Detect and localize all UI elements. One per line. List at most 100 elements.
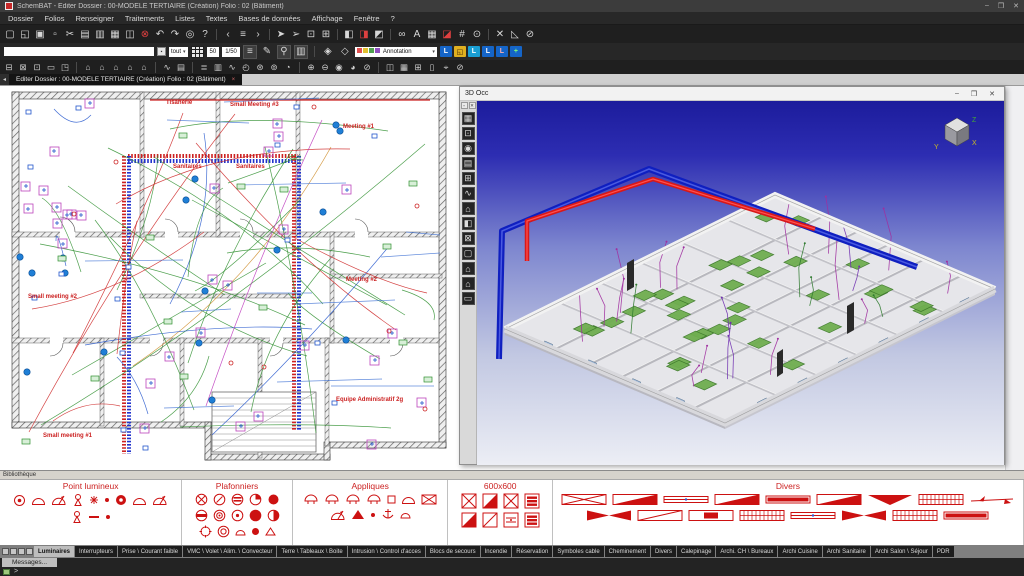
menu-traitements[interactable]: Traitements: [125, 14, 164, 23]
close-button[interactable]: ✕: [989, 90, 995, 98]
layer-cyan-icon[interactable]: L: [468, 46, 480, 57]
symbol-rectx[interactable]: [561, 493, 607, 506]
minimize-button[interactable]: –: [985, 2, 989, 10]
library-tab-interrupteurs[interactable]: Interrupteurs: [75, 546, 117, 557]
viewer-3d-title-bar[interactable]: 3D Occ – ❒ ✕: [460, 87, 1004, 101]
window-icon[interactable]: ◧: [342, 27, 356, 41]
symbol-domerail[interactable]: [324, 493, 340, 505]
symbol-sqslash[interactable]: [482, 512, 498, 528]
new-file-icon[interactable]: ▢: [3, 27, 17, 41]
symbol-cslash[interactable]: [213, 493, 226, 506]
symbol-dot[interactable]: [105, 510, 111, 524]
scene-3d[interactable]: Z X Y: [477, 101, 1004, 465]
symbol-dome[interactable]: [31, 493, 46, 507]
hub-icon[interactable]: ⊚: [268, 62, 280, 73]
symbol-recthatch[interactable]: [892, 509, 938, 522]
library-tab-intrusion-control-d-acces[interactable]: Intrusion \ Control d'acces: [348, 546, 425, 557]
menu-renseigner[interactable]: Renseigner: [75, 14, 113, 23]
scope-combo[interactable]: tout▾: [169, 47, 188, 57]
open-folder-icon[interactable]: ◱: [18, 27, 32, 41]
symbol-envx[interactable]: [421, 493, 437, 505]
layers-icon[interactable]: ◈: [321, 45, 335, 59]
symbol-cx[interactable]: [195, 493, 208, 506]
eye-off-icon[interactable]: ⊘: [361, 62, 373, 73]
socket-single-icon[interactable]: ⊟: [3, 62, 15, 73]
symbol-ctarget[interactable]: [213, 509, 226, 522]
library-tab-vmc-volet-alim-convecteur[interactable]: VMC \ Volet \ Alim. \ Convecteur: [183, 546, 276, 557]
text-label-icon[interactable]: ▭: [45, 62, 57, 73]
symbol-anchor[interactable]: [381, 508, 395, 521]
door-icon[interactable]: ▯: [426, 62, 438, 73]
frame3d-icon[interactable]: ▢: [462, 247, 475, 260]
snap-grid-icon[interactable]: [191, 46, 204, 58]
floor-plan-2d[interactable]: TisanerieSmall Meeting #3Meeting #1Sanit…: [0, 86, 458, 470]
symbol-cfillsm[interactable]: [251, 525, 260, 538]
folio-list-icon[interactable]: ≡: [236, 27, 250, 41]
house-dot-icon[interactable]: ⌂: [138, 62, 150, 73]
symbol-arrowline[interactable]: [969, 493, 1015, 506]
minimize-button[interactable]: –: [955, 90, 959, 98]
setsquare-icon[interactable]: ◺: [508, 27, 522, 41]
symbol-sqx[interactable]: [503, 493, 519, 509]
symbol-cpie[interactable]: [249, 493, 262, 506]
maximize-button[interactable]: ❒: [998, 2, 1004, 10]
info-icon[interactable]: ⊙: [470, 27, 484, 41]
symbol-bowtie[interactable]: [586, 509, 632, 522]
socket-switch-icon[interactable]: ⊡: [31, 62, 43, 73]
symbol-barfill[interactable]: [943, 509, 989, 522]
viewer-3d-window[interactable]: 3D Occ – ❒ ✕ ▫ ✕ ▦⊡◉▤⊞∿⌂◧⊠▢⌂⌂▭: [459, 86, 1005, 465]
library-tab-archi-sanitaire[interactable]: Archi Sanitaire: [823, 546, 870, 557]
menu-affichage[interactable]: Affichage: [312, 14, 343, 23]
selection-marquee-icon[interactable]: ▫: [48, 27, 62, 41]
orbit-icon[interactable]: ◉: [462, 142, 475, 155]
symbol-cdot[interactable]: [231, 509, 244, 522]
symbol-sqtri[interactable]: [482, 493, 498, 509]
layers-alt-icon[interactable]: ◇: [338, 45, 352, 59]
house3d-icon[interactable]: ⌂: [462, 202, 475, 215]
symbol-triwide[interactable]: [867, 493, 913, 506]
symbol-domerail[interactable]: [366, 493, 382, 505]
delete-icon[interactable]: ⊗: [138, 27, 152, 41]
place-symbol-icon[interactable]: ⚲: [277, 45, 291, 59]
symbol-lamp[interactable]: [71, 510, 83, 524]
symbol-star[interactable]: [89, 493, 99, 507]
menu-textes[interactable]: Textes: [206, 14, 228, 23]
library-corner-button-2[interactable]: [18, 548, 25, 555]
house-half-icon[interactable]: ⌂: [110, 62, 122, 73]
symbol-rectbar[interactable]: [688, 509, 734, 522]
symbol-ringdot[interactable]: [13, 493, 26, 507]
library-tab-archi-salon-s-jour[interactable]: Archi Salon \ Séjour: [871, 546, 932, 557]
library-corner-button-3[interactable]: [26, 548, 33, 555]
library-tab-calepinage[interactable]: Calepinage: [677, 546, 715, 557]
crate-icon[interactable]: ⊠: [462, 232, 475, 245]
layer-red-icon[interactable]: L: [496, 46, 508, 57]
hide-icon[interactable]: ⊘: [523, 27, 537, 41]
erase-icon[interactable]: ✕: [493, 27, 507, 41]
library-tab-prise-courant-faible[interactable]: Prise \ Courant faible: [118, 546, 182, 557]
symbol-recttri[interactable]: [816, 493, 862, 506]
refresh-icon[interactable]: ◎: [183, 27, 197, 41]
symbol-sqstripes[interactable]: [524, 512, 540, 528]
layer-blue-icon[interactable]: L: [440, 46, 452, 57]
symbol-dome[interactable]: [132, 493, 147, 507]
link-icon[interactable]: ∞: [395, 27, 409, 41]
symbol-dot[interactable]: [104, 493, 110, 507]
paint3d-icon[interactable]: ◧: [462, 217, 475, 230]
library-tab-r-servation[interactable]: Réservation: [512, 546, 552, 557]
filter-apply-button[interactable]: ▪: [157, 47, 166, 56]
symbol-bowtie[interactable]: [841, 509, 887, 522]
window-grid-icon[interactable]: ◫: [384, 62, 396, 73]
symbol-filldot[interactable]: [115, 493, 127, 507]
symbol-domesm[interactable]: [235, 525, 246, 538]
library-tab-cheminement[interactable]: Cheminement: [605, 546, 650, 557]
symbol-lamp[interactable]: [72, 493, 84, 507]
frame-icon[interactable]: ◳: [59, 62, 71, 73]
gear-small-icon[interactable]: ⊖: [319, 62, 331, 73]
mixer-icon[interactable]: ◔: [282, 62, 294, 73]
symbol-domearrow[interactable]: [51, 493, 67, 507]
copy-icon[interactable]: ▤: [78, 27, 92, 41]
rotate-icon[interactable]: ◴: [240, 62, 252, 73]
library-corner-button-1[interactable]: [10, 548, 17, 555]
symbol-sqsm[interactable]: [387, 493, 396, 505]
table-icon[interactable]: ▦: [425, 27, 439, 41]
